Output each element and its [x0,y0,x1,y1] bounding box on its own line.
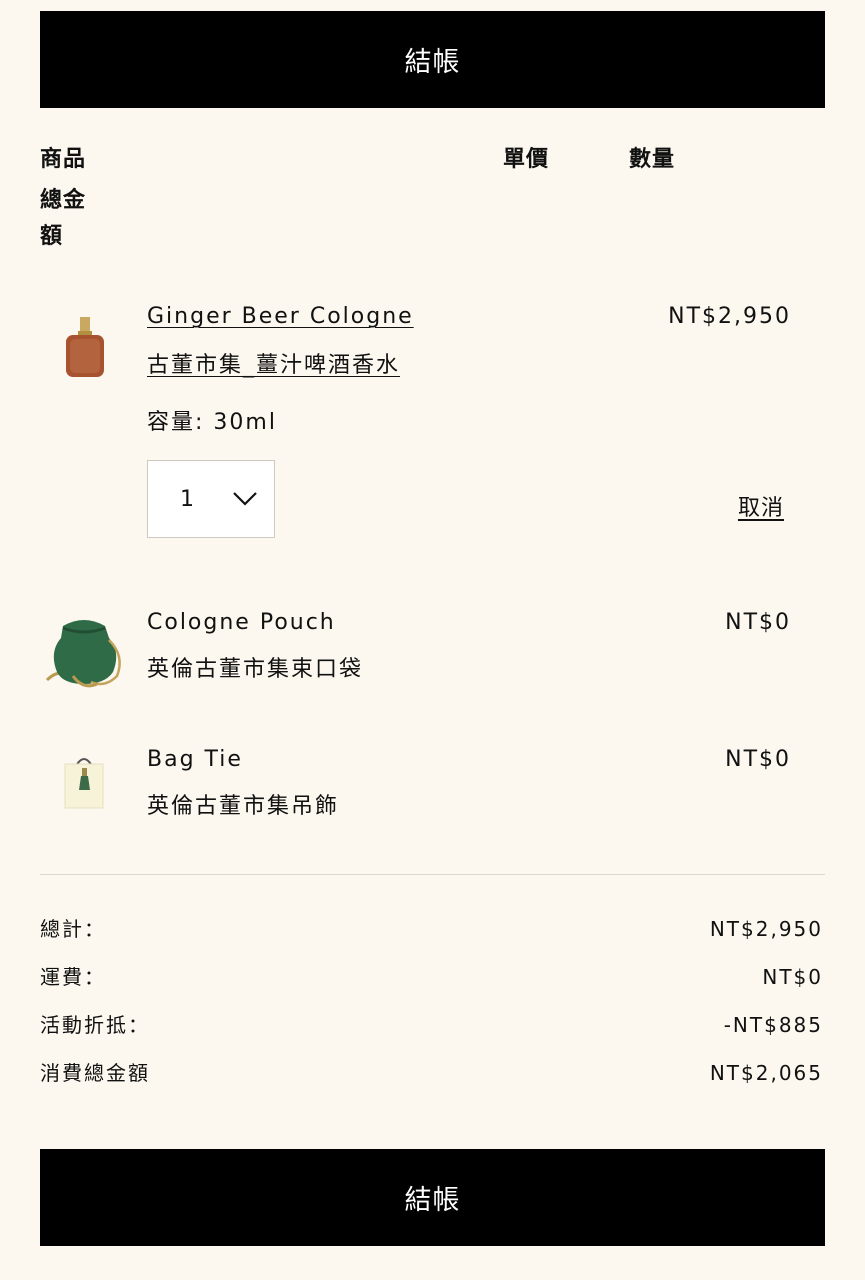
checkout-button-top[interactable]: 結帳 [40,11,825,108]
bag-tag-icon[interactable] [39,744,129,834]
chevron-down-icon [233,492,257,506]
remove-item-link[interactable]: 取消 [738,494,784,524]
item-name-zh: 英倫古董市集吊飾 [147,794,340,819]
item-price: NT$0 [725,747,791,772]
discount-label: 活動折抵： [40,1013,150,1037]
item-price: NT$0 [725,610,791,635]
cologne-bottle-icon[interactable] [39,303,129,393]
item-price: NT$2,950 [668,304,791,329]
subtotal-label: 總計： [40,917,106,941]
header-unit-price: 單價 [503,147,550,172]
divider [40,874,825,875]
item-name-zh-link[interactable]: 古董市集_薑汁啤酒香水 [147,351,400,381]
shipping-label: 運費： [40,965,106,989]
header-product: 商品 [40,147,87,172]
item-name-en: Cologne Pouch [147,610,336,635]
quantity-value: 1 [180,487,194,512]
grand-total-value: NT$2,065 [709,1061,823,1085]
header-quantity: 數量 [629,147,676,172]
header-total: 總金額 [40,188,87,249]
discount-value: -NT$885 [723,1013,823,1037]
green-pouch-icon[interactable] [39,610,129,700]
grand-total-label: 消費總金額 [40,1061,150,1085]
checkout-button-bottom[interactable]: 結帳 [40,1149,825,1246]
item-name-zh: 英倫古董市集束口袋 [147,657,364,682]
quantity-select[interactable]: 1 [147,460,275,538]
item-name-en: Bag Tie [147,747,243,772]
item-variant: 容量: 30ml [147,410,277,435]
shipping-value: NT$0 [762,965,823,989]
item-name-en-link[interactable]: Ginger Beer Cologne [147,302,414,332]
subtotal-value: NT$2,950 [709,917,823,941]
